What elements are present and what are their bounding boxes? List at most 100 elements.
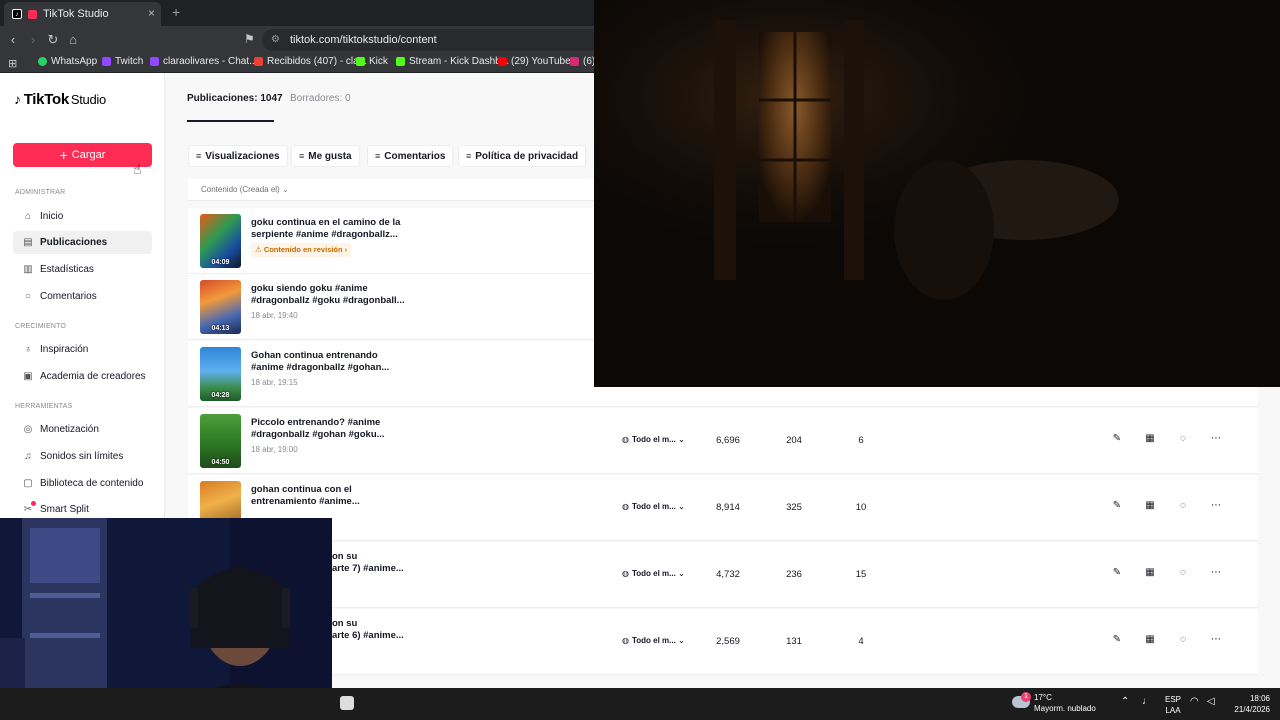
video-thumbnail[interactable]: 04:13: [200, 280, 241, 334]
browser-tab[interactable]: ♪ TikTok Studio ×: [4, 2, 161, 26]
chevron-up-icon[interactable]: ⌃: [1121, 696, 1129, 707]
youtube-icon: [498, 57, 507, 66]
video-title[interactable]: Piccolo entrenando? #anime #dragonballz …: [251, 417, 411, 441]
bookmark-twitch-chat[interactable]: claraolivares - Chat...: [150, 56, 257, 67]
active-tab-underline: [187, 120, 274, 122]
filter-likes[interactable]: ≡ Me gusta: [291, 145, 360, 167]
table-row[interactable]: 04:50 Piccolo entrenando? #anime #dragon…: [188, 408, 1258, 474]
more-options-icon[interactable]: ⋯: [1209, 634, 1223, 645]
analytics-icon[interactable]: ▦: [1143, 500, 1157, 511]
comments-count: 4: [858, 636, 864, 647]
studio-sidebar: ♪ TikTok Studio + Cargar ☝ ADMINISTRAR ⌂ In…: [0, 73, 165, 520]
apps-grid-icon[interactable]: ⊞: [8, 57, 17, 70]
sidebar-item-academia[interactable]: ▣ Academia de creadores: [13, 365, 152, 388]
comment-icon[interactable]: ◌: [1176, 634, 1190, 645]
home-icon[interactable]: ⌂: [65, 32, 81, 47]
bookmark-gmail[interactable]: Recibidos (407) - cla...: [254, 56, 367, 67]
comments-count: 15: [855, 569, 867, 580]
tab-publicaciones[interactable]: Publicaciones: 1047: [187, 93, 283, 104]
capcut-app-icon[interactable]: [340, 696, 354, 710]
comment-icon[interactable]: ◌: [1176, 567, 1190, 578]
video-title[interactable]: goku siendo goku #anime #dragonballz #go…: [251, 283, 411, 307]
weather-widget[interactable]: 17°C Mayorm. nublado: [1034, 692, 1096, 714]
library-icon: ▢: [23, 478, 33, 489]
back-icon[interactable]: ‹: [5, 32, 21, 47]
site-info-icon[interactable]: ⚙: [271, 29, 280, 51]
post-date: 18 abr, 19:40: [251, 311, 298, 320]
bookmark-youtube[interactable]: (29) YouTube: [498, 56, 571, 67]
privacy-dropdown[interactable]: ◍ Todo el m... ⌄: [622, 502, 685, 511]
chevron-down-icon: ⌄: [678, 569, 685, 578]
address-bar[interactable]: ⚙ tiktok.com/tiktokstudio/content: [262, 29, 602, 51]
sidebar-item-monetizacion[interactable]: ◎ Monetización: [13, 418, 152, 441]
more-options-icon[interactable]: ⋯: [1209, 500, 1223, 511]
bookmark-instagram[interactable]: (6): [570, 56, 595, 67]
bookmark-kick-dashboard[interactable]: Stream - Kick Dashb...: [396, 56, 509, 67]
video-title[interactable]: Gohan continua entrenando #anime #dragon…: [251, 350, 411, 374]
system-clock[interactable]: 18:06 21/4/2026: [1222, 693, 1270, 715]
privacy-dropdown[interactable]: ◍ Todo el m... ⌄: [622, 569, 685, 578]
microphone-icon[interactable]: ♩: [1142, 696, 1152, 707]
sidebar-item-biblioteca[interactable]: ▢ Biblioteca de contenido: [13, 472, 152, 495]
edit-icon[interactable]: ✎: [1110, 500, 1124, 511]
chevron-down-icon: ⌄: [678, 636, 685, 645]
likes-count: 131: [786, 636, 802, 647]
wifi-icon[interactable]: ◠: [1190, 696, 1199, 707]
video-title[interactable]: on su arte 7) #anime...: [332, 551, 492, 575]
likes-count: 236: [786, 569, 802, 580]
url-text: tiktok.com/tiktokstudio/content: [290, 34, 437, 46]
bookmark-twitch[interactable]: Twitch: [102, 56, 143, 67]
table-row[interactable]: on su arte 6) #anime... ◍ Todo el m... ⌄ …: [188, 609, 1258, 675]
new-tab-button[interactable]: +: [172, 4, 180, 20]
sidebar-item-publicaciones[interactable]: ▤ Publicaciones: [13, 231, 152, 254]
tab-borradores[interactable]: Borradores: 0: [290, 93, 351, 104]
privacy-dropdown[interactable]: ◍ Todo el m... ⌄: [622, 636, 685, 645]
sidebar-item-inspiracion[interactable]: ♁ Inspiración: [13, 338, 152, 361]
video-title[interactable]: goku continua en el camino de la serpien…: [251, 217, 411, 241]
sidebar-item-inicio[interactable]: ⌂ Inicio: [13, 205, 152, 228]
filter-comments[interactable]: ≡ Comentarios: [367, 145, 454, 167]
video-title[interactable]: on su arte 6) #anime...: [332, 618, 492, 642]
reload-icon[interactable]: ↻: [45, 32, 61, 48]
filter-views[interactable]: ≡ Visualizaciones: [188, 145, 288, 167]
sidebar-item-comentarios[interactable]: ○ Comentarios: [13, 285, 152, 308]
sidebar-item-estadisticas[interactable]: ▥ Estadísticas: [13, 258, 152, 281]
tiktok-favicon-icon: ♪: [12, 9, 22, 19]
edit-icon[interactable]: ✎: [1110, 634, 1124, 645]
tiktok-studio-logo[interactable]: ♪ TikTok Studio: [14, 91, 106, 108]
table-row[interactable]: on su arte 7) #anime... ◍ Todo el m... ⌄ …: [188, 542, 1258, 608]
edit-icon[interactable]: ✎: [1110, 433, 1124, 444]
analytics-icon[interactable]: ▦: [1143, 634, 1157, 645]
filter-privacy[interactable]: ≡ Política de privacidad: [458, 145, 587, 167]
comment-icon[interactable]: ◌: [1176, 433, 1190, 444]
bookmark-kick[interactable]: Kick: [356, 56, 388, 67]
comment-icon[interactable]: ◌: [1176, 500, 1190, 511]
close-tab-icon[interactable]: ×: [148, 6, 155, 20]
volume-icon[interactable]: ◁: [1207, 696, 1215, 707]
upload-button[interactable]: + Cargar: [13, 143, 152, 167]
table-row[interactable]: gohan continua con el entrenamiento #ani…: [188, 475, 1258, 541]
analytics-icon[interactable]: ▦: [1143, 567, 1157, 578]
more-options-icon[interactable]: ⋯: [1209, 433, 1223, 444]
bookmark-icon[interactable]: ⚑: [244, 32, 255, 46]
mouse-cursor-icon: ☝: [133, 161, 142, 177]
edit-icon[interactable]: ✎: [1110, 567, 1124, 578]
privacy-dropdown[interactable]: ◍ Todo el m... ⌄: [622, 435, 685, 444]
sort-icon: ≡: [196, 151, 202, 161]
twitch-icon: [102, 57, 111, 66]
comments-count: 6: [858, 435, 864, 446]
analytics-icon[interactable]: ▦: [1143, 433, 1157, 444]
video-thumbnail[interactable]: 04:09: [200, 214, 241, 268]
forward-icon[interactable]: ›: [25, 32, 41, 47]
video-title[interactable]: gohan continua con el entrenamiento #ani…: [251, 484, 411, 508]
video-overlay: [594, 0, 1280, 387]
music-icon: ♫: [24, 451, 32, 462]
video-thumbnail[interactable]: 04:50: [200, 414, 241, 468]
views-count: 2,569: [716, 636, 740, 647]
language-indicator[interactable]: ESP LAA: [1165, 694, 1181, 716]
bookmark-whatsapp[interactable]: WhatsApp: [38, 56, 97, 67]
more-options-icon[interactable]: ⋯: [1209, 567, 1223, 578]
status-badge[interactable]: ⚠ Contenido en revisión ›: [251, 243, 352, 257]
video-thumbnail[interactable]: 04:28: [200, 347, 241, 401]
sidebar-item-sonidos[interactable]: ♫ Sonidos sin límites: [13, 445, 152, 468]
